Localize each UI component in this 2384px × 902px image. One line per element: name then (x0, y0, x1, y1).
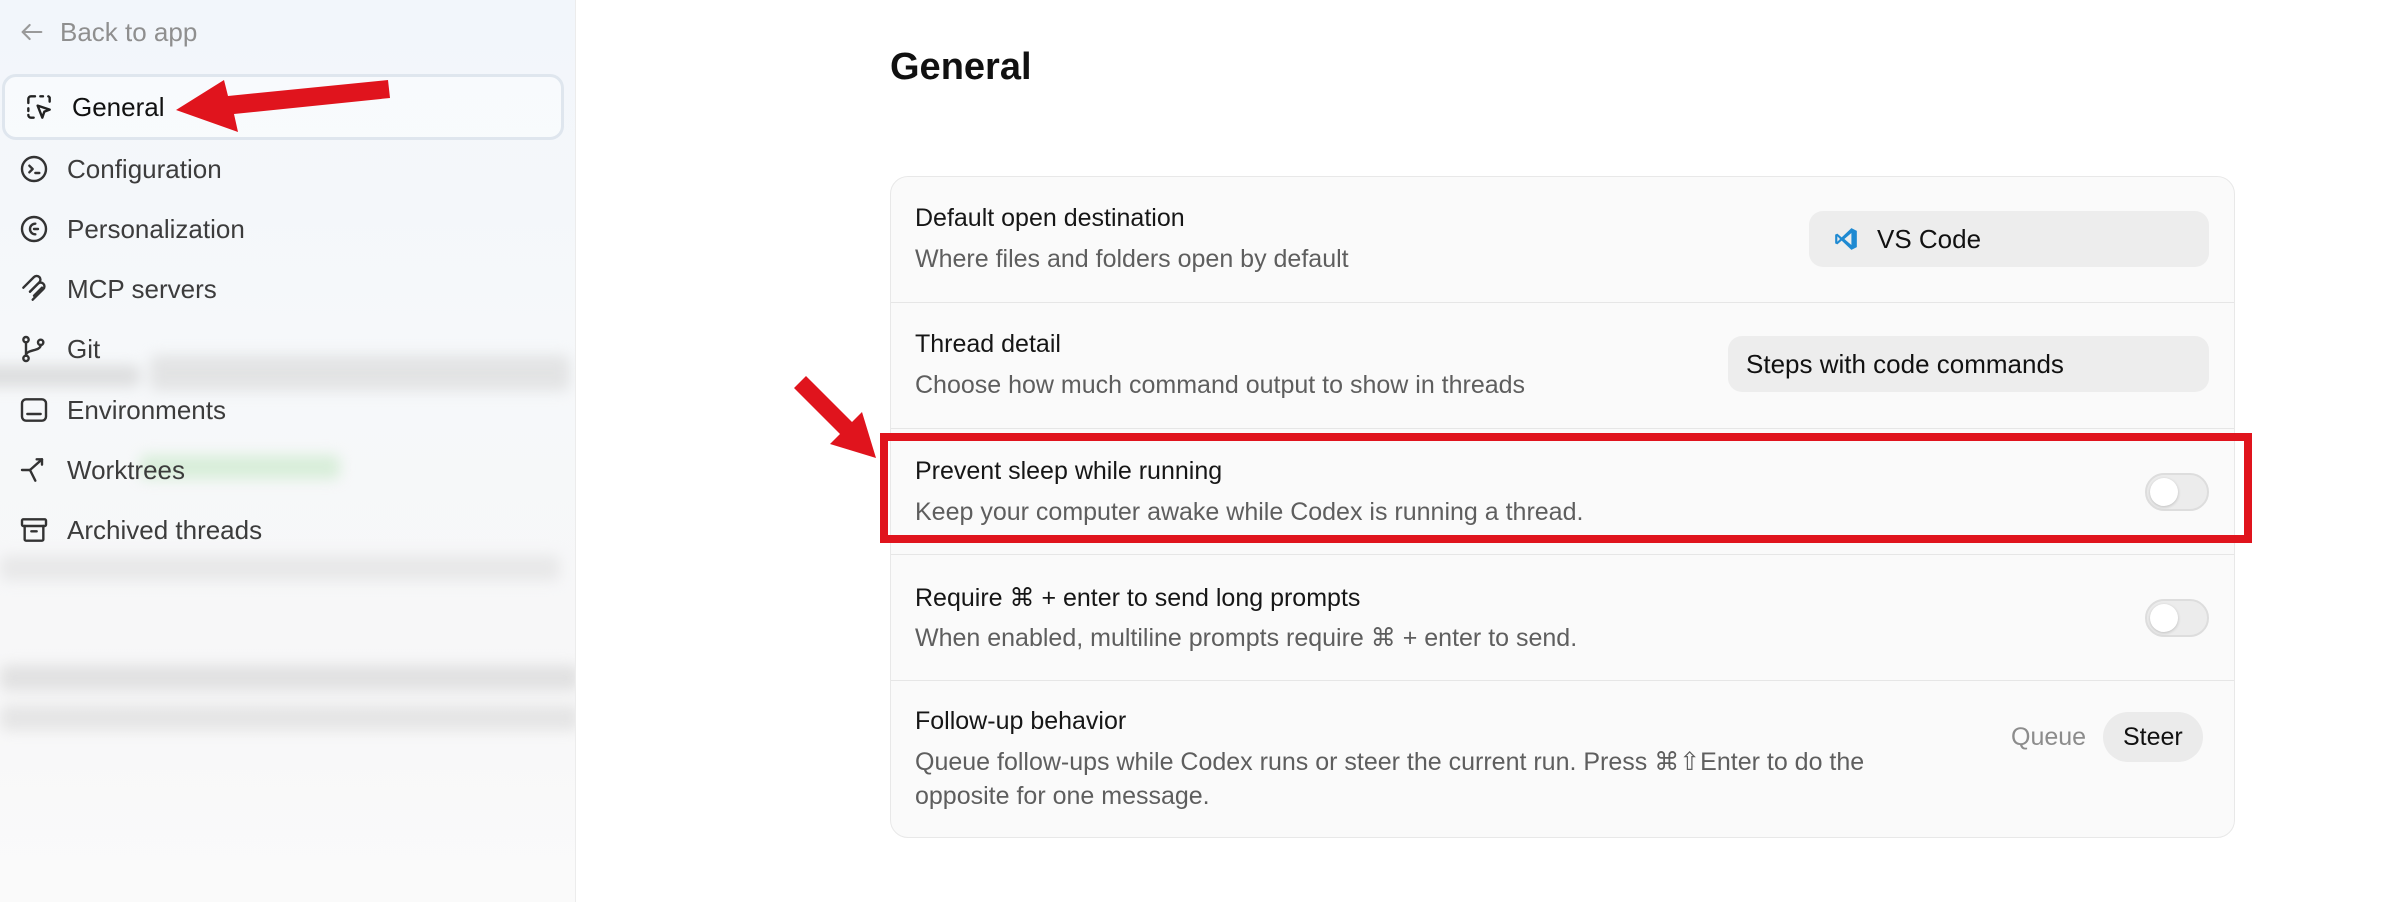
sidebar-item-label: Configuration (67, 153, 222, 184)
setting-title: Default open destination (915, 204, 1185, 232)
back-to-app-link[interactable]: Back to app (18, 14, 197, 50)
setting-description: Queue follow-ups while Codex runs or ste… (915, 745, 1915, 813)
thread-detail-value: Steps with code commands (1746, 348, 2064, 379)
sidebar-item-archived-threads[interactable]: Archived threads (0, 499, 566, 561)
sidebar-item-label: MCP servers (67, 273, 217, 304)
sidebar-item-label: Environments (67, 394, 226, 425)
worktree-icon (18, 454, 50, 486)
sidebar-item-label: General (72, 91, 165, 122)
mcp-icon (18, 273, 50, 305)
sidebar-item-personalization[interactable]: Personalization (0, 198, 566, 260)
open-destination-select[interactable]: VS Code (1809, 211, 2209, 267)
setting-description: When enabled, multiline prompts require … (915, 624, 1578, 652)
sidebar-item-label: Worktrees (67, 454, 185, 485)
sidebar-item-mcp-servers[interactable]: MCP servers (0, 258, 566, 320)
sidebar-item-environments[interactable]: Environments (0, 379, 566, 441)
annotation-arrow-prevent-sleep (794, 376, 876, 458)
open-destination-value: VS Code (1877, 223, 1982, 254)
vscode-icon (1833, 226, 1859, 252)
back-to-app-label: Back to app (60, 16, 198, 47)
setting-description: Where files and folders open by default (915, 245, 1349, 273)
thread-detail-select[interactable]: Steps with code commands (1728, 336, 2209, 392)
environment-icon (18, 394, 50, 426)
follow-up-queue-option[interactable]: Queue (2011, 723, 2086, 752)
sidebar-item-label: Git (67, 333, 101, 364)
sidebar-item-label: Personalization (67, 213, 245, 244)
setting-row-follow-up: Follow-up behavior Queue follow-ups whil… (891, 681, 2234, 837)
setting-title: Require ⌘ + enter to send long prompts (915, 584, 1361, 612)
terminal-circle-icon (18, 153, 50, 185)
highlight-box-prevent-sleep (880, 433, 2252, 543)
sidebar-item-configuration[interactable]: Configuration (0, 138, 566, 200)
sidebar-item-worktrees[interactable]: Worktrees (0, 439, 566, 501)
toggle-knob (2150, 604, 2178, 632)
setting-description-line: opposite for one message. (915, 782, 1210, 810)
sidebar-item-label: Archived threads (67, 514, 263, 545)
setting-row-open-destination: Default open destination Where files and… (891, 177, 2234, 303)
setting-description-line: Queue follow-ups while Codex runs or ste… (915, 748, 1865, 776)
steer-label: Steer (2123, 722, 2183, 751)
archive-icon (18, 514, 50, 546)
setting-title: Thread detail (915, 330, 1061, 358)
setting-row-require-cmd-enter: Require ⌘ + enter to send long prompts W… (891, 555, 2234, 681)
git-branch-icon (18, 333, 50, 365)
setting-row-thread-detail: Thread detail Choose how much command ou… (891, 303, 2234, 429)
page-title: General (890, 46, 1032, 88)
annotation-arrow-general (176, 80, 390, 132)
setting-title: Follow-up behavior (915, 707, 1127, 735)
follow-up-steer-option[interactable]: Steer (2103, 712, 2203, 762)
arrow-left-icon (21, 23, 43, 41)
personalization-icon (18, 213, 50, 245)
cursor-select-icon (23, 91, 55, 123)
sidebar-item-git[interactable]: Git (0, 318, 566, 380)
require-cmd-enter-toggle[interactable] (2145, 599, 2209, 637)
